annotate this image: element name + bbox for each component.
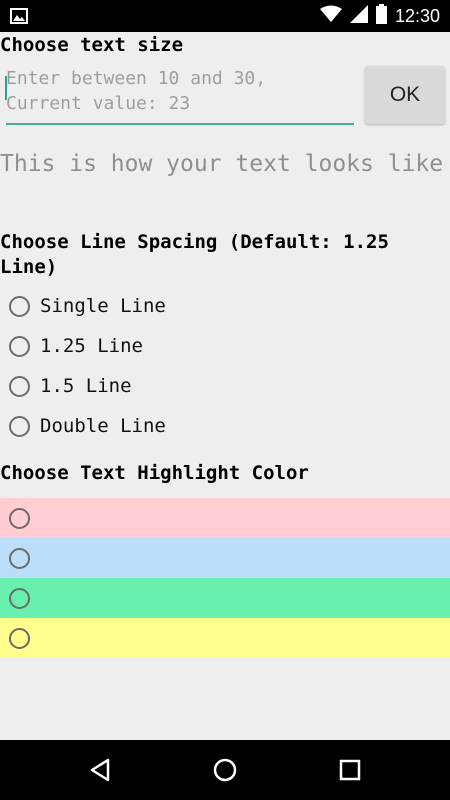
line-spacing-option-1-5[interactable]: 1.5 Line: [0, 366, 450, 406]
highlight-option-pink[interactable]: [0, 498, 450, 538]
radio-button[interactable]: [9, 295, 30, 317]
signal-icon: [349, 4, 368, 28]
back-icon[interactable]: [84, 754, 116, 786]
recents-icon[interactable]: [334, 754, 366, 786]
wifi-icon: [319, 5, 342, 28]
radio-button[interactable]: [9, 507, 30, 529]
line-spacing-option-1-25[interactable]: 1.25 Line: [0, 326, 450, 366]
status-time: 12:30: [394, 5, 440, 26]
text-cursor: [5, 76, 7, 100]
line-spacing-option-double[interactable]: Double Line: [0, 406, 450, 446]
radio-button[interactable]: [9, 627, 30, 649]
highlight-option-yellow[interactable]: [0, 618, 450, 658]
radio-button[interactable]: [9, 415, 30, 437]
highlight-option-blue[interactable]: [0, 538, 450, 578]
navigation-bar: [0, 740, 450, 800]
line-spacing-option-single[interactable]: Single Line: [0, 286, 450, 326]
text-size-title: Choose text size: [0, 34, 184, 56]
radio-label: Single Line: [40, 295, 166, 317]
battery-icon: [375, 3, 387, 29]
radio-button[interactable]: [9, 547, 30, 569]
highlight-color-title: Choose Text Highlight Color: [0, 462, 309, 484]
radio-button[interactable]: [9, 375, 30, 397]
radio-button[interactable]: [9, 335, 30, 357]
status-icons: 12:30: [319, 0, 440, 32]
text-size-input[interactable]: [6, 66, 354, 125]
line-spacing-title: Choose Line Spacing (Default: 1.25 Line): [0, 231, 389, 278]
radio-label: 1.5 Line: [40, 375, 132, 397]
ok-button[interactable]: OK: [365, 66, 445, 124]
settings-content: Choose text size OK This is how your tex…: [0, 32, 450, 740]
text-preview: This is how your text looks like: [0, 151, 444, 177]
radio-label: 1.25 Line: [40, 335, 143, 357]
highlight-option-green[interactable]: [0, 578, 450, 618]
home-icon[interactable]: [209, 754, 241, 786]
status-bar: 12:30: [0, 0, 450, 32]
image-icon: [10, 8, 28, 29]
radio-label: Double Line: [40, 415, 166, 437]
radio-button[interactable]: [9, 587, 30, 609]
